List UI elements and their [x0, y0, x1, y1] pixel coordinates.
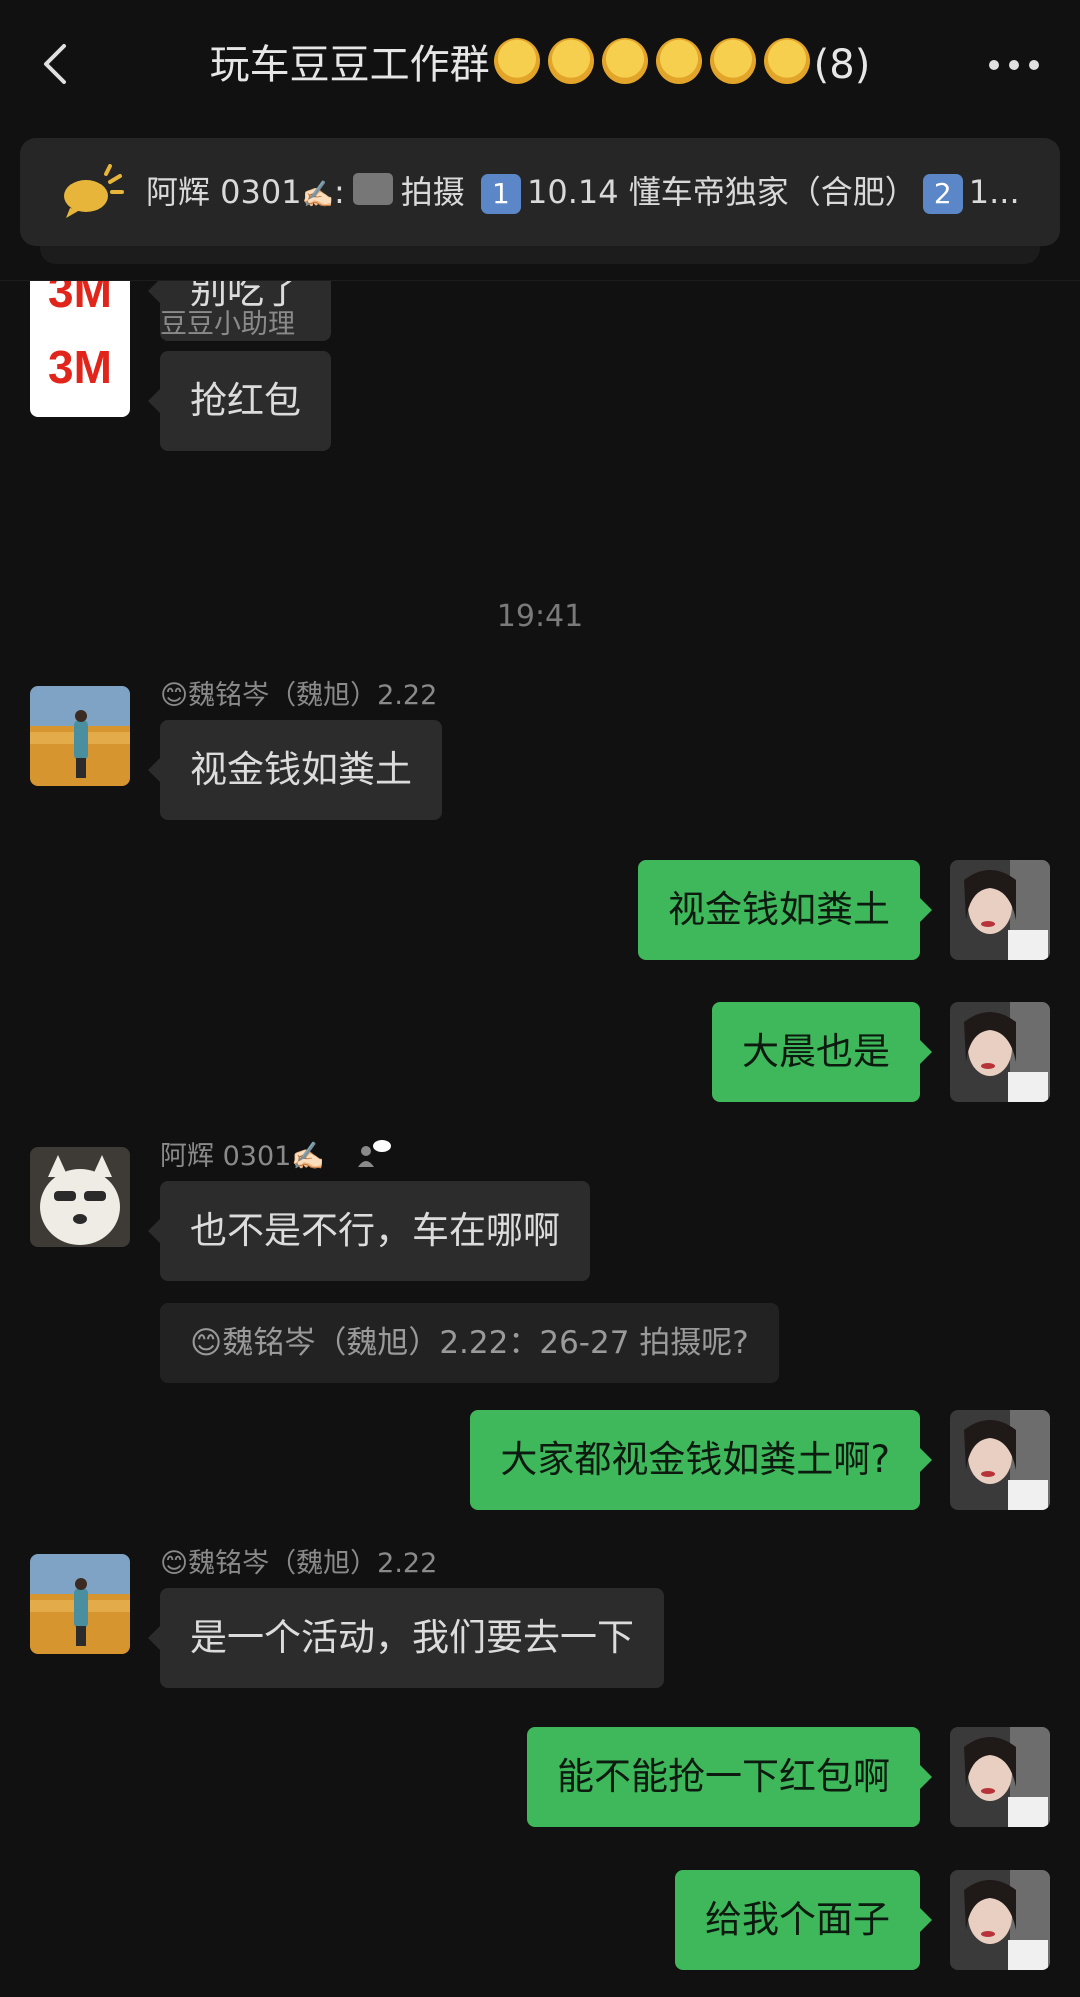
message-list[interactable]: 3M 别吃了 3M 豆豆小助理 抢红包 19:41 � — [0, 281, 1080, 1997]
avatar[interactable] — [950, 1727, 1050, 1827]
avatar[interactable] — [950, 1870, 1050, 1970]
avatar[interactable] — [30, 686, 130, 786]
message-row: 😊魏铭岑（魏旭）2.22 视金钱如粪土 — [0, 680, 1080, 836]
pinned-announcement[interactable]: 阿辉 0301✍🏻: 拍摄 1 10.14 懂车帝独家（合肥） 2 1... — [20, 138, 1060, 246]
sun-emoji-icon — [763, 38, 810, 84]
announcement-text-1: 拍摄 — [400, 173, 465, 211]
message-row: 给我个面子 — [0, 1870, 1080, 1970]
chat-header: 玩车豆豆工作群 (8) — [0, 0, 1080, 130]
dog-photo-icon — [30, 1147, 130, 1247]
message-row: 3M 豆豆小助理 抢红包 — [0, 309, 1080, 467]
message-bubble[interactable]: 视金钱如粪土 — [638, 860, 932, 960]
sender-name: 😊魏铭岑（魏旭）2.22 — [160, 680, 438, 711]
svg-text:3M: 3M — [48, 341, 112, 393]
quoted-message[interactable]: 😊魏铭岑（魏旭）2.22：26-27 拍摄呢? — [160, 1303, 779, 1383]
portrait-photo-icon — [950, 1002, 1050, 1102]
message-bubble[interactable]: 大家都视金钱如粪土啊? — [470, 1410, 932, 1510]
back-arrow-icon[interactable] — [36, 40, 76, 88]
portrait-photo-icon — [950, 860, 1050, 960]
message-bubble[interactable]: 是一个活动，我们要去一下 — [148, 1588, 664, 1688]
writing-hand-icon: ✍🏻 — [301, 180, 334, 210]
message-bubble[interactable]: 给我个面子 — [675, 1870, 932, 1970]
announcement-text: 阿辉 0301✍🏻: 拍摄 1 10.14 懂车帝独家（合肥） 2 1... — [146, 138, 1036, 249]
sun-emoji-icon — [601, 38, 648, 84]
avatar[interactable] — [30, 1554, 130, 1654]
message-row: 能不能抢一下红包啊 — [0, 1727, 1080, 1827]
message-row: 阿辉 0301✍🏻 也不是不行，车在哪啊 😊魏铭岑（魏旭）2.22：26-27 … — [0, 1140, 1080, 1387]
sun-emoji-icon — [493, 38, 540, 84]
message-bubble[interactable]: 大晨也是 — [712, 1002, 932, 1102]
announcement-separator: : — [334, 173, 345, 211]
sun-emoji-icon — [547, 38, 594, 84]
member-count: (8) — [813, 42, 871, 88]
sun-emoji-icon — [709, 38, 756, 84]
sender-name: 😊魏铭岑（魏旭）2.22 — [160, 1548, 438, 1579]
announcement-text-2: 10.14 懂车帝独家（合肥） — [526, 173, 917, 211]
message-row: 大家都视金钱如粪土啊? — [0, 1410, 1080, 1510]
portrait-photo-icon — [950, 1870, 1050, 1970]
announcement-sender: 阿辉 0301 — [146, 173, 302, 211]
keycap-one-icon: 1 — [480, 174, 521, 214]
portrait-photo-icon — [950, 1727, 1050, 1827]
avatar[interactable]: 3M — [30, 317, 130, 417]
sender-name-text: 阿辉 0301✍🏻 — [160, 1141, 325, 1172]
avatar[interactable] — [950, 1410, 1050, 1510]
chat-member-icon — [357, 1140, 391, 1167]
message-bubble[interactable]: 抢红包 — [148, 351, 331, 451]
timestamp: 19:41 — [496, 599, 584, 634]
message-bubble[interactable]: 视金钱如粪土 — [148, 720, 442, 820]
more-options-icon[interactable] — [986, 50, 1042, 80]
message-row: 视金钱如粪土 — [0, 860, 1080, 960]
portrait-photo-icon — [950, 1410, 1050, 1510]
landscape-photo-icon — [30, 1554, 130, 1654]
message-row: 大晨也是 — [0, 1002, 1080, 1102]
keycap-two-icon: 2 — [922, 174, 963, 214]
announcement-text-3: 1... — [968, 173, 1020, 211]
avatar[interactable] — [30, 1147, 130, 1247]
avatar[interactable] — [950, 1002, 1050, 1102]
message-bubble[interactable]: 能不能抢一下红包啊 — [527, 1727, 932, 1827]
sun-emoji-icon — [655, 38, 702, 84]
group-title: 玩车豆豆工作群 (8) — [110, 30, 970, 100]
sender-name: 阿辉 0301✍🏻 — [160, 1139, 392, 1175]
message-bubble[interactable]: 也不是不行，车在哪啊 — [148, 1181, 590, 1281]
message-row: 😊魏铭岑（魏旭）2.22 是一个活动，我们要去一下 — [0, 1548, 1080, 1704]
3m-logo-icon: 3M — [30, 317, 130, 417]
svg-text:3M: 3M — [48, 281, 112, 317]
sender-name: 豆豆小助理 — [160, 309, 295, 340]
group-title-text: 玩车豆豆工作群 — [209, 42, 490, 88]
megaphone-icon — [60, 164, 124, 220]
avatar[interactable] — [950, 860, 1050, 960]
landscape-photo-icon — [30, 686, 130, 786]
camera-icon — [352, 173, 393, 205]
